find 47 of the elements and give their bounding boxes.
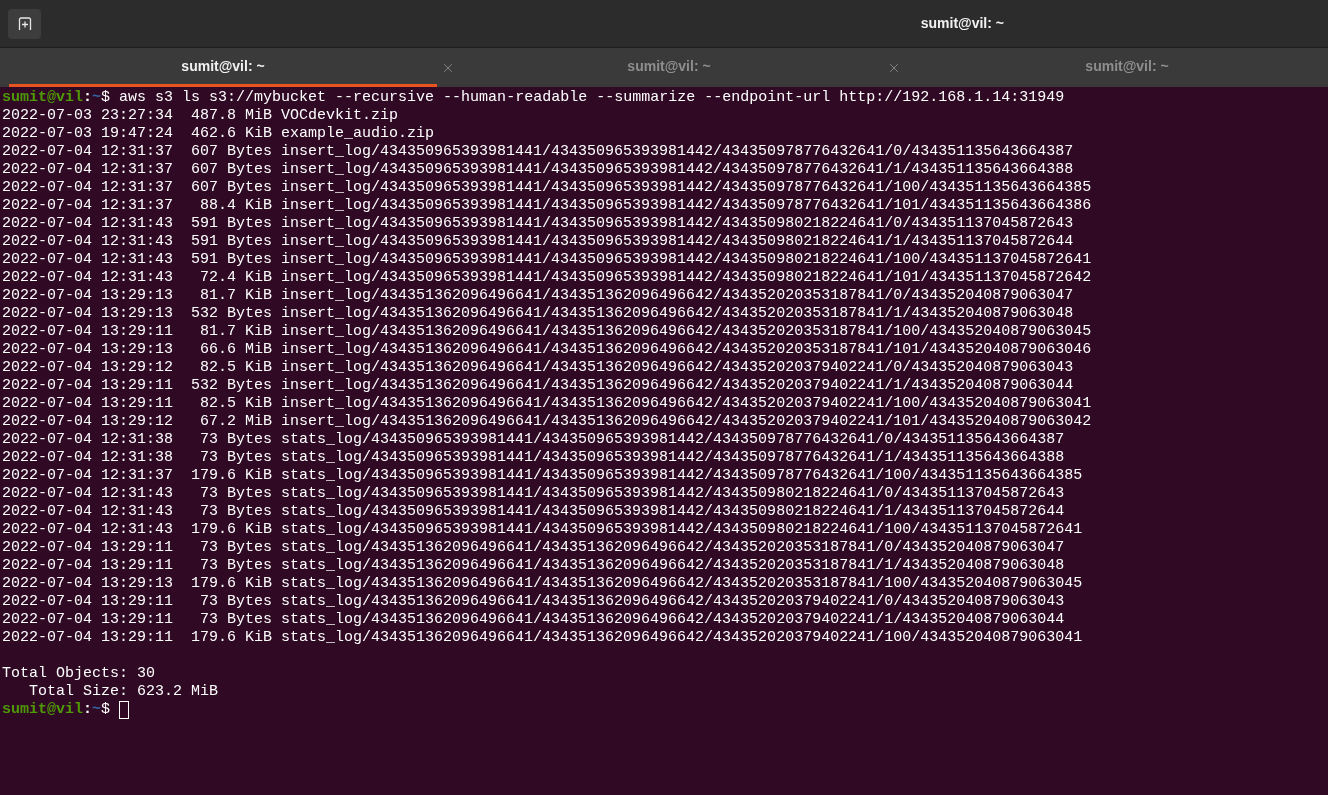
new-tab-icon [17, 16, 32, 31]
output-line: 2022-07-04 12:31:37 607 Bytes insert_log/434350965393981441/434350965393981442/434350978776432641/0/434351135643664387 [2, 143, 1075, 161]
tab[interactable]: sumit@vil: ~ [455, 48, 883, 87]
output-line: 2022-07-04 13:29:11 532 Bytes insert_log/434351362096496641/434351362096496642/434352020379402241/1/434352040879063044 [2, 377, 1075, 395]
output-line: 2022-07-04 13:29:13 81.7 KiB insert_log/434351362096496641/434351362096496642/434352020353187841/0/434352040879063047 [2, 287, 1075, 305]
output-line: 2022-07-04 12:31:37 179.6 KiB stats_log/434350965393981441/434350965393981442/434350978776432641/100/434351135643664385 [2, 467, 1084, 485]
output-line: 2022-07-04 12:31:43 72.4 KiB insert_log/434350965393981441/434350965393981442/434350980218224641/101/434351137045872642 [2, 269, 1093, 287]
output-line: 2022-07-04 13:29:11 82.5 KiB insert_log/434351362096496641/434351362096496642/434352020379402241/100/434352040879063041 [2, 395, 1093, 413]
output-line: 2022-07-04 13:29:11 179.6 KiB stats_log/434351362096496641/434351362096496642/434352020379402241/100/434352040879063041 [2, 629, 1084, 647]
output-line: 2022-07-04 12:31:37 607 Bytes insert_log/434350965393981441/434350965393981442/434350978776432641/1/434351135643664388 [2, 161, 1075, 179]
output-line: 2022-07-04 13:29:11 73 Bytes stats_log/434351362096496641/434351362096496642/434352020353187841/1/434352040879063048 [2, 557, 1066, 575]
prompt-path: ~ [92, 701, 102, 719]
output-line: 2022-07-04 13:29:11 81.7 KiB insert_log/434351362096496641/434351362096496642/434352020353187841/100/434352040879063045 [2, 323, 1093, 341]
prompt-separator: : [83, 701, 93, 719]
new-tab-button[interactable] [8, 8, 41, 39]
output-line: 2022-07-04 13:29:11 73 Bytes stats_log/434351362096496641/434351362096496642/434352020379402241/0/434352040879063043 [2, 593, 1066, 611]
cursor [119, 701, 130, 719]
output-line: 2022-07-04 12:31:37 88.4 KiB insert_log/434350965393981441/434350965393981442/434350978776432641/101/434351135643664386 [2, 197, 1093, 215]
output-line: 2022-07-04 12:31:43 73 Bytes stats_log/434350965393981441/434350965393981442/434350980218224641/0/434351137045872643 [2, 485, 1066, 503]
output-line: Total Objects: 30 [2, 665, 157, 683]
output-line: 2022-07-04 13:29:12 82.5 KiB insert_log/434351362096496641/434351362096496642/434352020379402241/0/434352040879063043 [2, 359, 1075, 377]
window-title: sumit@vil: ~ [920, 14, 1004, 33]
output-line: 2022-07-04 12:31:38 73 Bytes stats_log/434350965393981441/434350965393981442/434350978776432641/0/434351135643664387 [2, 431, 1066, 449]
output-line: 2022-07-03 23:27:34 487.8 MiB VOCdevkit.zip [2, 107, 400, 125]
output-line: 2022-07-03 19:47:24 462.6 KiB example_audio.zip [2, 125, 436, 143]
output-line: 2022-07-04 13:29:11 73 Bytes stats_log/434351362096496641/434351362096496642/434352020353187841/0/434352040879063047 [2, 539, 1066, 557]
output-line: 2022-07-04 12:31:43 591 Bytes insert_log/434350965393981441/434350965393981442/434350980218224641/0/434351137045872643 [2, 215, 1075, 233]
output-line: 2022-07-04 13:29:13 66.6 MiB insert_log/434351362096496641/434351362096496642/434352020353187841/101/434352040879063046 [2, 341, 1093, 359]
output-line: 2022-07-04 12:31:43 179.6 KiB stats_log/434350965393981441/434350965393981442/434350980218224641/100/434351137045872641 [2, 521, 1084, 539]
prompt-user: sumit@vil [2, 701, 83, 719]
prompt-path: ~ [92, 89, 102, 107]
output-line: 2022-07-04 13:29:13 179.6 KiB stats_log/434351362096496641/434351362096496642/434352020353187841/100/434352040879063045 [2, 575, 1084, 593]
output-line: 2022-07-04 12:31:43 591 Bytes insert_log/434350965393981441/434350965393981442/434350980218224641/1/434351137045872644 [2, 233, 1075, 251]
output-line: 2022-07-04 12:31:38 73 Bytes stats_log/434350965393981441/434350965393981442/434350978776432641/1/434351135643664388 [2, 449, 1066, 467]
output-line: 2022-07-04 12:31:37 607 Bytes insert_log/434350965393981441/434350965393981442/434350978776432641/100/434351135643664385 [2, 179, 1093, 197]
prompt-symbol: $ [101, 701, 111, 719]
tab[interactable]: sumit@vil: ~ [901, 48, 1328, 87]
prompt-symbol: $ [101, 89, 111, 107]
output-line: Total Size: 623.2 MiB [28, 683, 220, 701]
prompt-separator: : [83, 89, 93, 107]
command-text: aws s3 ls s3://mybucket --recursive --human-readable --summarize --endpoint-url http://192.168.1.14:31949 [119, 89, 1065, 107]
output-line: 2022-07-04 13:29:11 73 Bytes stats_log/434351362096496641/434351362096496642/434352020379402241/1/434352040879063044 [2, 611, 1066, 629]
output-line: 2022-07-04 12:31:43 73 Bytes stats_log/434350965393981441/434350965393981442/434350980218224641/1/434351137045872644 [2, 503, 1066, 521]
output-line: 2022-07-04 13:29:13 532 Bytes insert_log/434351362096496641/434351362096496642/434352020353187841/1/434352040879063048 [2, 305, 1075, 323]
output-line: 2022-07-04 13:29:12 67.2 MiB insert_log/434351362096496641/434351362096496642/434352020379402241/101/434352040879063042 [2, 413, 1093, 431]
prompt-user: sumit@vil [2, 89, 83, 107]
output-line: 2022-07-04 12:31:43 591 Bytes insert_log/434350965393981441/434350965393981442/434350980218224641/100/434351137045872641 [2, 251, 1093, 269]
